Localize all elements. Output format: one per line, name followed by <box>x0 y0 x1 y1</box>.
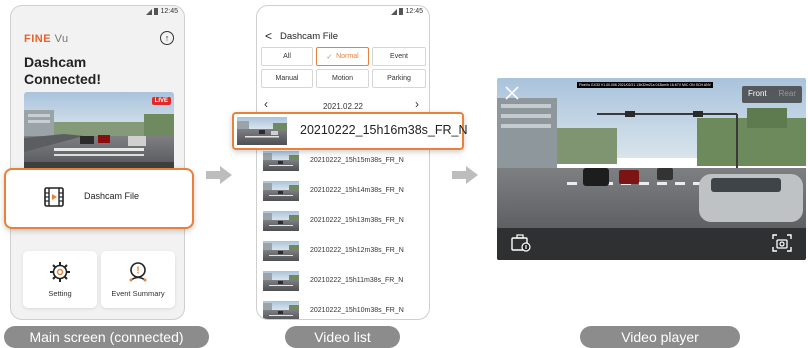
dashcam-file-button[interactable]: Dashcam File <box>4 168 194 229</box>
save-clip-icon[interactable] <box>511 234 531 252</box>
filter-event[interactable]: Event <box>372 47 426 66</box>
upload-icon[interactable]: ↑ <box>160 31 174 45</box>
video-info-overlay: FineVu GX33 V1.00.006 2021/02/21 13h32m2… <box>577 82 713 88</box>
video-file-name: 20210222_15h12m38s_FR_N <box>310 247 404 254</box>
rear-button[interactable]: Rear <box>773 86 802 103</box>
close-icon[interactable] <box>505 86 519 100</box>
status-bar: 12:45 <box>146 8 178 15</box>
gear-icon <box>50 262 70 282</box>
arrow-right-icon <box>452 166 478 184</box>
video-thumbnail <box>263 271 299 291</box>
next-date-icon[interactable]: › <box>415 97 419 111</box>
video-file-name: 20210222_15h10m38s_FR_N <box>310 307 404 314</box>
selected-video-name: 20210222_15h16m38s_FR_N <box>300 123 468 137</box>
event-summary-label: Event Summary <box>111 289 165 298</box>
battery-icon <box>154 8 159 15</box>
video-thumbnail <box>263 211 299 231</box>
status-bar: 12:45 <box>391 8 423 15</box>
front-rear-toggle[interactable]: Front Rear <box>741 86 802 103</box>
capture-screenshot-icon[interactable] <box>772 234 792 252</box>
filter-parking[interactable]: Parking <box>372 69 426 88</box>
battery-icon <box>399 8 404 15</box>
page-title: Dashcam Connected! <box>24 54 101 87</box>
video-list-item[interactable]: 20210222_15h13m38s_FR_N <box>263 208 425 233</box>
video-file-name: 20210222_15h11m38s_FR_N <box>310 277 404 284</box>
video-list-item[interactable]: 20210222_15h11m38s_FR_N <box>263 268 425 293</box>
video-thumbnail <box>263 301 299 319</box>
video-thumbnail <box>263 241 299 261</box>
selected-video-item[interactable]: 20210222_15h16m38s_FR_N <box>232 112 468 150</box>
video-list-item[interactable]: 20210222_15h12m38s_FR_N <box>263 238 425 263</box>
filter-motion[interactable]: Motion <box>316 69 369 88</box>
main-screen-phone: 12:45 FINE Vu ↑ Dashcam Connected! LIVE <box>10 5 185 320</box>
chevron-left-icon[interactable]: < <box>265 29 272 43</box>
video-thumbnail <box>237 117 287 145</box>
front-button[interactable]: Front <box>742 86 773 103</box>
video-thumbnail <box>263 151 299 171</box>
setting-tile[interactable]: Setting <box>23 251 97 308</box>
video-list-item[interactable]: 20210222_15h14m38s_FR_N <box>263 178 425 203</box>
check-icon: ✓ <box>326 53 337 61</box>
event-summary-icon: ! <box>129 262 147 282</box>
signal-icon <box>146 8 153 15</box>
setting-label: Setting <box>48 289 72 298</box>
video-frame <box>497 78 806 260</box>
video-player[interactable]: FineVu GX33 V1.00.006 2021/02/21 13h32m2… <box>497 78 806 260</box>
finevu-logo: FINE Vu <box>24 33 69 45</box>
status-time: 12:45 <box>405 8 423 15</box>
video-file-name: 20210222_15h14m38s_FR_N <box>310 187 404 194</box>
dashcam-file-label: Dashcam File <box>84 191 140 201</box>
event-summary-tile[interactable]: ! Event Summary <box>101 251 175 308</box>
live-badge: LIVE <box>151 97 171 105</box>
filter-all[interactable]: All <box>261 47 313 66</box>
page-title: Dashcam File <box>280 31 339 42</box>
svg-text:!: ! <box>136 266 139 277</box>
video-file-name: 20210222_15h15m38s_FR_N <box>310 157 404 164</box>
video-list-phone: 12:45 < Dashcam File All ✓ Normal Event … <box>256 5 430 320</box>
video-file-name: 20210222_15h13m38s_FR_N <box>310 217 404 224</box>
video-list-item[interactable]: 20210222_15h15m38s_FR_N <box>263 148 425 173</box>
date-label: 2021.02.22 <box>322 102 364 111</box>
caption-video-player: Video player <box>580 326 740 348</box>
caption-video-list: Video list <box>285 326 400 348</box>
filter-normal[interactable]: ✓ Normal <box>316 47 369 66</box>
caption-main-screen: Main screen (connected) <box>4 326 209 348</box>
live-camera-view[interactable]: LIVE <box>24 92 174 174</box>
video-thumbnail <box>263 181 299 201</box>
film-icon <box>44 187 64 207</box>
video-list-item[interactable]: 20210222_15h10m38s_FR_N <box>263 298 425 319</box>
arrow-right-icon <box>206 166 232 184</box>
signal-icon <box>391 8 398 15</box>
status-time: 12:45 <box>160 8 178 15</box>
filter-manual[interactable]: Manual <box>261 69 313 88</box>
